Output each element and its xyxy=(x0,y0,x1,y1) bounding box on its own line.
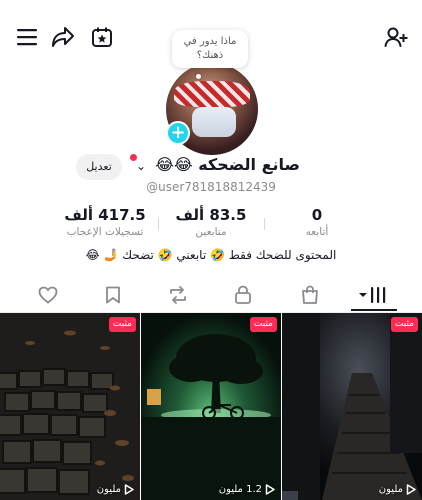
active-tab-indicator xyxy=(351,309,397,311)
view-count: 1.2 مليون xyxy=(219,484,275,495)
status-bubble[interactable]: ماذا يدور في ذهنك؟ xyxy=(172,30,248,68)
likes-label: تسجيلات الإعجاب xyxy=(66,226,144,238)
followers-count: 83.5 ألف xyxy=(175,206,247,224)
profile-tabs xyxy=(0,279,422,313)
liked-tab[interactable] xyxy=(33,283,63,307)
name-row: تعديل ⌄ صانع الضحكه 😂😂 xyxy=(0,150,422,184)
status-bubble-text: ماذا يدور في ذهنك؟ xyxy=(183,36,237,61)
private-tab[interactable] xyxy=(228,283,258,307)
likes-stat[interactable]: 417.5 ألف تسجيلات الإعجاب xyxy=(52,206,158,238)
avatar-scarf xyxy=(174,81,250,107)
shop-tab[interactable] xyxy=(295,283,325,307)
add-story-plus-icon[interactable]: + xyxy=(166,121,190,145)
bookmark-icon xyxy=(106,286,120,304)
pinned-badge: مثبت xyxy=(108,317,136,332)
chevron-down-icon[interactable]: ⌄ xyxy=(136,159,146,173)
pinned-badge: مثبت xyxy=(249,317,277,332)
play-icon xyxy=(265,484,275,495)
view-count-text: 1.2 مليون xyxy=(218,484,262,495)
alley-thumbnail xyxy=(282,313,422,500)
bubble-tail-dot xyxy=(196,74,201,79)
grid-videos-icon xyxy=(359,287,386,303)
calendar-star-icon[interactable] xyxy=(89,24,115,50)
following-count: 0 xyxy=(311,206,323,224)
view-count: مليون xyxy=(379,484,416,495)
edit-profile-button[interactable]: تعديل xyxy=(76,154,122,180)
video-thumbnail[interactable]: مثبت مليون xyxy=(282,313,422,500)
heart-icon xyxy=(38,286,58,304)
view-count-text: مليون xyxy=(96,484,121,495)
followers-label: متابعين xyxy=(195,226,227,238)
likes-count: 417.5 ألف xyxy=(64,206,146,224)
username: صانع الضحكه 😂😂 xyxy=(155,155,300,174)
stat-divider xyxy=(264,218,265,230)
repost-tab[interactable] xyxy=(163,283,193,307)
play-icon xyxy=(406,484,416,495)
hamburger-icon[interactable] xyxy=(14,24,40,50)
shopping-bag-icon xyxy=(302,285,318,304)
lock-icon xyxy=(235,285,251,304)
avatar-mask xyxy=(192,107,236,137)
following-label: أتابعه xyxy=(305,226,329,238)
view-count: مليون xyxy=(97,484,134,495)
video-grid: مليون مثبت 1.2 مليون مثبت مليون مثبت xyxy=(0,313,422,500)
stats-row: 0 أتابعه 83.5 ألف متابعين 417.5 ألف تسجي… xyxy=(52,206,370,242)
favorites-tab[interactable] xyxy=(98,283,128,307)
avatar-container[interactable]: + xyxy=(166,63,258,155)
following-stat[interactable]: 0 أتابعه xyxy=(264,206,370,238)
play-icon xyxy=(124,484,134,495)
share-arrow-icon[interactable] xyxy=(50,24,76,50)
add-user-icon[interactable] xyxy=(383,24,409,50)
stat-divider xyxy=(158,218,159,230)
tree-thumbnail xyxy=(141,313,281,500)
followers-stat[interactable]: 83.5 ألف متابعين xyxy=(158,206,264,238)
pinned-badge: مثبت xyxy=(390,317,418,332)
video-thumbnail[interactable]: مثبت 1.2 مليون xyxy=(141,313,281,500)
view-count-text: مليون xyxy=(378,484,403,495)
repost-icon xyxy=(170,286,186,304)
bio-text: المحتوى للضحك فقط 🤣 تابعني 🤣 تضحك 🤳 😂 xyxy=(85,248,337,262)
user-handle: @user781818812439 xyxy=(146,180,276,194)
videos-tab[interactable] xyxy=(358,283,388,307)
video-thumbnail[interactable]: مليون xyxy=(0,313,140,500)
cobblestone-thumbnail xyxy=(0,313,140,500)
